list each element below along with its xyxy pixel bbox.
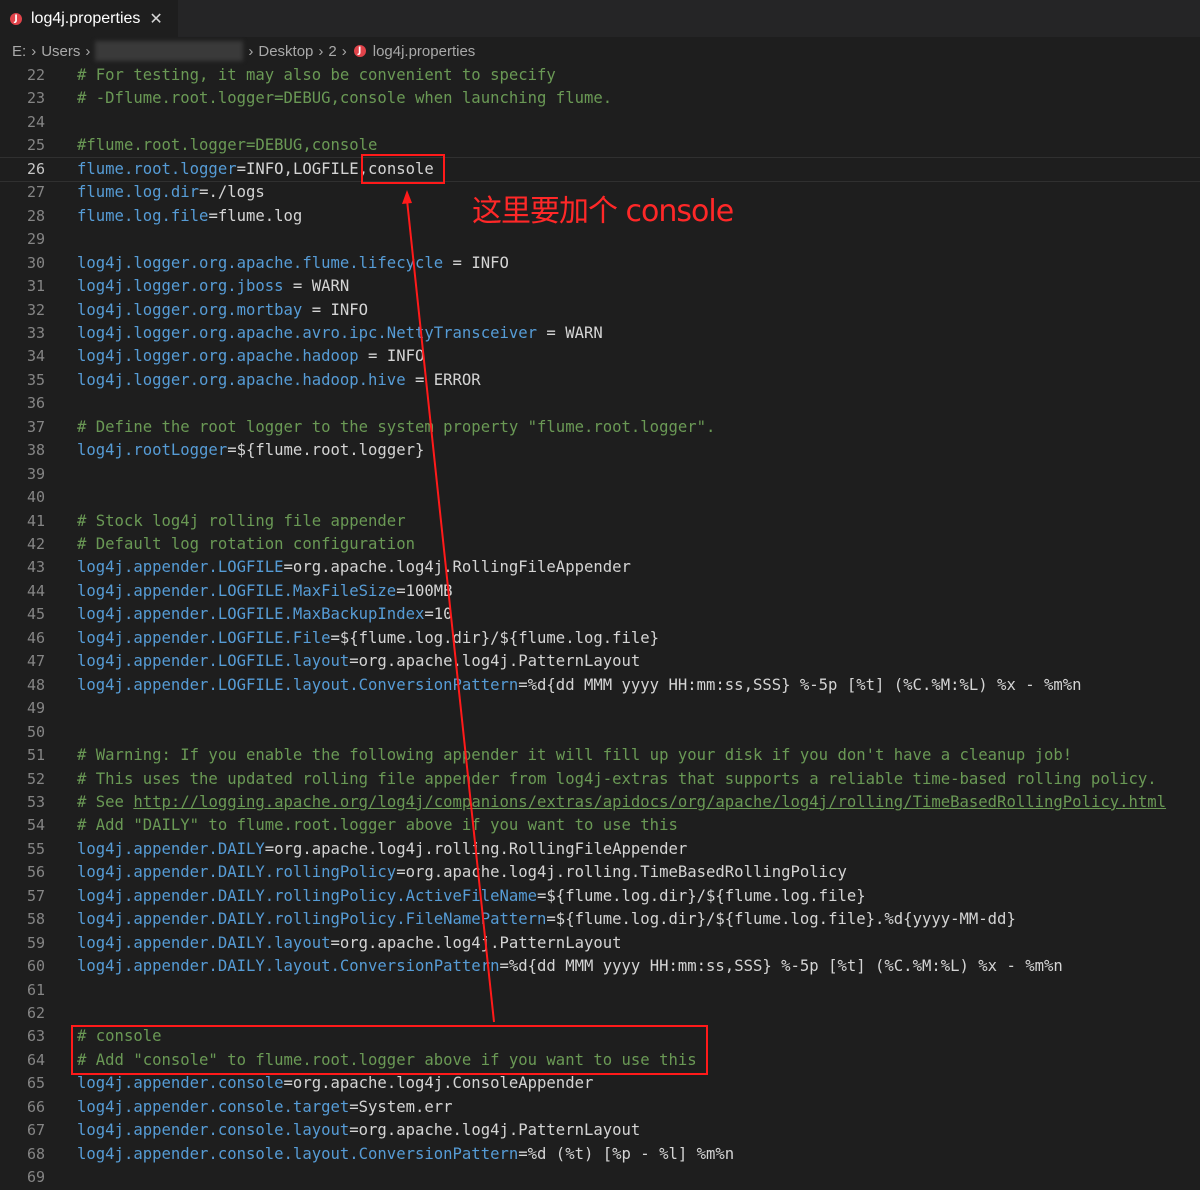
annotation-arrow (402, 190, 495, 1023)
annotation-note: 这里要加个 console (472, 194, 734, 229)
